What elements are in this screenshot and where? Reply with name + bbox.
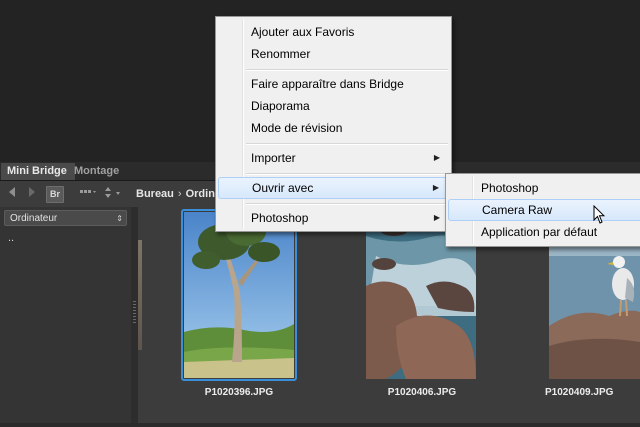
submenu-arrow-icon: ▶ <box>432 183 439 192</box>
view-options-icon[interactable] <box>79 186 97 202</box>
menu-separator <box>246 143 448 145</box>
location-select-value: Ordinateur <box>10 213 58 224</box>
breadcrumb: Bureau › Ordin <box>136 186 215 202</box>
menu-item-label: Photoshop <box>481 181 539 195</box>
thumbnail-label: P1020409.JPG <box>545 387 614 398</box>
menu-item-reveal-in-bridge[interactable]: Faire apparaître dans Bridge <box>218 73 449 95</box>
mouse-pointer-icon <box>593 205 605 224</box>
go-to-bridge-button[interactable]: Br <box>46 186 64 203</box>
submenu-item-camera-raw[interactable]: Camera Raw <box>448 199 640 221</box>
menu-item-photoshop[interactable]: Photoshop ▶ <box>218 207 449 229</box>
menu-item-label: Faire apparaître dans Bridge <box>251 77 404 91</box>
menu-separator <box>246 203 448 205</box>
breadcrumb-item-ordinateur[interactable]: Ordin <box>186 188 215 200</box>
submenu-item-photoshop[interactable]: Photoshop <box>448 177 640 199</box>
thumbnail-label: P1020396.JPG <box>204 387 274 398</box>
location-select[interactable]: Ordinateur ⇕ <box>4 210 127 226</box>
open-with-submenu: Photoshop Camera Raw Application par déf… <box>445 173 640 247</box>
forward-arrow-icon[interactable] <box>26 186 38 202</box>
menu-item-renommer[interactable]: Renommer <box>218 43 449 65</box>
menu-item-label: Application par défaut <box>481 225 598 239</box>
pod-splitter[interactable] <box>131 207 138 427</box>
thumbnail-p1020396[interactable] <box>181 209 297 381</box>
navigation-pod: Ordinateur ⇕ .. <box>0 207 132 427</box>
tab-montage[interactable]: Montage <box>68 163 138 180</box>
menu-item-ouvrir-avec[interactable]: Ouvrir avec ▶ <box>218 177 449 199</box>
partial-thumbnail <box>138 240 142 350</box>
menu-item-label: Ajouter aux Favoris <box>251 25 355 39</box>
parent-folder-item[interactable]: .. <box>8 232 14 244</box>
menu-item-ajouter-aux-favoris[interactable]: Ajouter aux Favoris <box>218 21 449 43</box>
tab-mini-bridge[interactable]: Mini Bridge <box>1 163 75 180</box>
breadcrumb-separator-icon: › <box>177 188 182 200</box>
sort-icon[interactable] <box>104 186 122 202</box>
breadcrumb-item-bureau[interactable]: Bureau <box>136 188 174 200</box>
submenu-item-default-application[interactable]: Application par défaut <box>448 221 640 243</box>
menu-item-label: Mode de révision <box>251 121 343 135</box>
menu-item-diaporama[interactable]: Diaporama <box>218 95 449 117</box>
panel-status-bar <box>0 423 640 427</box>
back-arrow-icon[interactable] <box>6 186 18 202</box>
menu-item-importer[interactable]: Importer ▶ <box>218 147 449 169</box>
context-menu: Ajouter aux Favoris Renommer Faire appar… <box>215 16 452 232</box>
menu-separator <box>246 69 448 71</box>
menu-item-label: Diaporama <box>251 99 310 113</box>
tree-photo-image <box>184 212 294 378</box>
menu-item-label: Camera Raw <box>482 203 553 217</box>
submenu-arrow-icon: ▶ <box>433 153 440 162</box>
menu-item-label: Photoshop <box>251 211 309 225</box>
menu-item-label: Importer <box>251 151 296 165</box>
menu-item-label: Ouvrir avec <box>252 181 314 195</box>
menu-item-label: Renommer <box>251 47 311 61</box>
select-arrows-icon: ⇕ <box>116 214 123 223</box>
menu-separator <box>246 173 448 175</box>
submenu-arrow-icon: ▶ <box>433 213 440 222</box>
thumbnail-label: P1020406.JPG <box>387 387 457 398</box>
splitter-grip-icon <box>133 301 136 325</box>
menu-item-mode-de-revision[interactable]: Mode de révision <box>218 117 449 139</box>
